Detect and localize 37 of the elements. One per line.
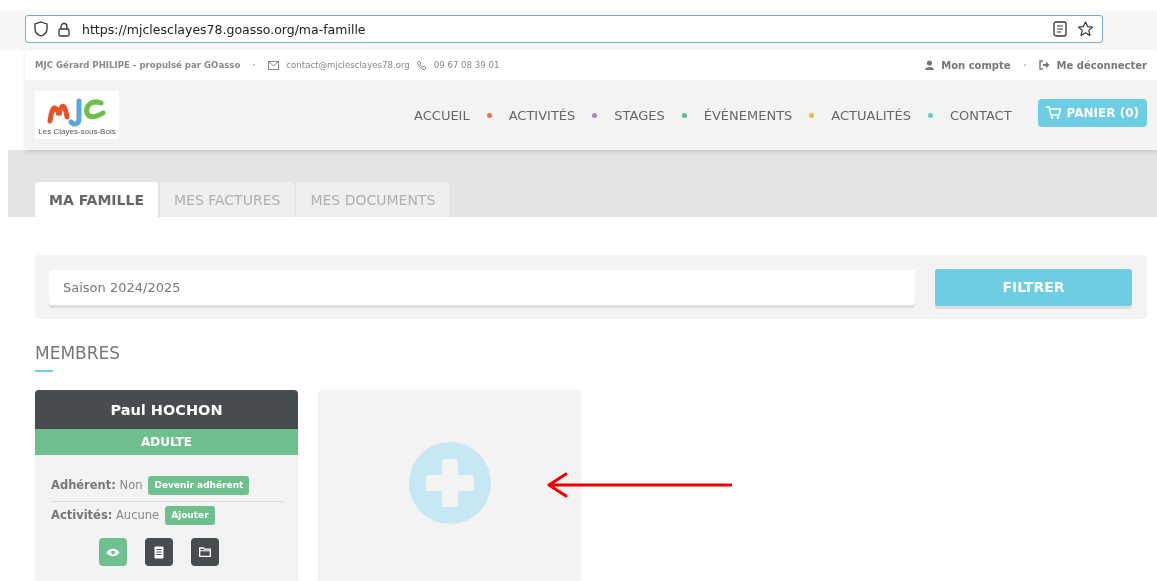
phone-number: 09 67 08 39 01 xyxy=(433,60,500,70)
logout-icon xyxy=(1038,60,1050,70)
season-select[interactable]: Saison 2024/2025 xyxy=(49,269,915,305)
lock-icon xyxy=(58,21,70,37)
activities-status: Activités: Aucune xyxy=(51,508,160,522)
nav-link[interactable]: ACTUALITÉS xyxy=(831,107,911,123)
url-text: https://mjclesclayes78.goasso.org/ma-famille xyxy=(82,21,366,37)
address-bar[interactable]: https://mjclesclayes78.goasso.org/ma-famille xyxy=(25,15,1103,43)
reader-view-icon[interactable] xyxy=(1053,21,1067,37)
shield-icon xyxy=(34,21,48,37)
nav-link[interactable]: CONTACT xyxy=(949,107,1012,123)
tab[interactable]: MA FAMILLE xyxy=(35,182,158,217)
user-icon xyxy=(925,60,935,70)
phone-icon xyxy=(416,60,427,70)
envelope-icon xyxy=(268,60,280,70)
account-link[interactable]: Mon compte xyxy=(941,59,1011,71)
folder-icon xyxy=(198,547,211,557)
organization-name: MJC Gérard PHILIPE - propulsé par GOasso xyxy=(35,60,241,70)
invoice-button[interactable] xyxy=(144,538,173,566)
logout-link[interactable]: Me déconnecter xyxy=(1056,59,1147,71)
nav-link[interactable]: ÉVÈNEMENTS xyxy=(703,107,793,123)
cart-icon xyxy=(1045,106,1061,119)
plus-circle-icon xyxy=(408,442,491,524)
nav-link[interactable]: ACCUEIL xyxy=(414,107,470,123)
nav-link[interactable]: ACTIVITÉS xyxy=(508,107,576,123)
eye-icon xyxy=(105,547,120,557)
document-icon xyxy=(153,545,164,559)
member-category: ADULTE xyxy=(35,429,298,455)
nav-link[interactable]: STAGES xyxy=(614,107,665,123)
star-icon[interactable] xyxy=(1077,21,1094,37)
email-link[interactable]: contact@mjclesclayes78.org xyxy=(286,60,410,70)
member-status: Adhérent: Non xyxy=(51,478,143,492)
folder-button[interactable] xyxy=(190,538,219,566)
section-title: MEMBRES xyxy=(35,343,122,363)
logo-caption: Les Clayes-sous-Bois xyxy=(38,126,116,136)
member-name: Paul HOCHON xyxy=(35,390,298,429)
logo[interactable]: Les Clayes-sous-Bois xyxy=(35,91,119,139)
